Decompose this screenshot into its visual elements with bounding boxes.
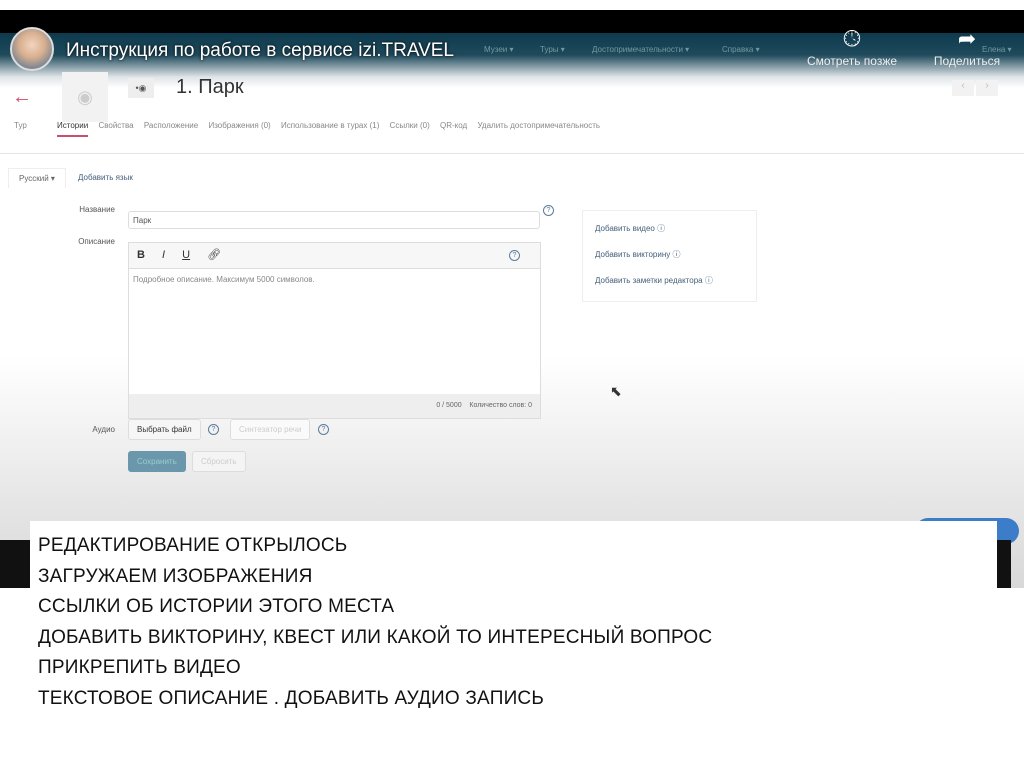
- prev-icon[interactable]: ‹: [952, 80, 974, 96]
- caption-line: ЗАГРУЖАЕМ ИЗОБРАЖЕНИЯ: [38, 565, 313, 587]
- video-bottom-left: [0, 540, 30, 588]
- add-notes-link[interactable]: Добавить заметки редактора ⓘ: [595, 275, 744, 286]
- nav-help[interactable]: Справка ▾: [722, 45, 760, 54]
- caption-line: ССЫЛКИ ОБ ИСТОРИИ ЭТОГО МЕСТА: [38, 596, 395, 617]
- help-icon[interactable]: ?: [543, 205, 554, 216]
- nav-sights[interactable]: Достопримечательности ▾: [592, 45, 689, 54]
- italic-icon[interactable]: I: [162, 249, 165, 261]
- watch-later-button[interactable]: 🕓︎ Смотреть позже: [797, 26, 907, 68]
- pager: ‹ ›: [950, 80, 998, 96]
- speech-synth-button[interactable]: Синтезатор речи: [230, 419, 311, 440]
- back-arrow-icon[interactable]: ←: [12, 86, 32, 109]
- tab-usage[interactable]: Использование в турах (1): [281, 121, 379, 130]
- watch-later-label: Смотреть позже: [806, 54, 898, 68]
- caption-line: ТЕКСТОВОЕ ОПИСАНИЕ . ДОБАВИТЬ АУДИО ЗАПИ…: [38, 687, 545, 709]
- caption-box: РЕДАКТИРОВАНИЕ ОТКРЫЛОСЬ ЗАГРУЖАЕМ ИЗОБР…: [30, 521, 997, 721]
- share-arrow-icon: ➦: [957, 26, 977, 51]
- nav-tours[interactable]: Туры ▾: [540, 45, 565, 54]
- share-label: Поделиться: [933, 54, 1001, 68]
- next-icon[interactable]: ›: [976, 80, 998, 96]
- choose-file-button[interactable]: Выбрать файл: [128, 419, 201, 440]
- help-icon[interactable]: ?: [509, 250, 520, 261]
- divider: [0, 153, 1024, 154]
- tab-images[interactable]: Изображения (0): [208, 121, 270, 130]
- description-placeholder: Подробное описание. Максимум 5000 символ…: [133, 275, 315, 284]
- tabs: Тур Истории Свойства Расположение Изобра…: [14, 121, 608, 137]
- video-title[interactable]: Инструкция по работе в сервисе izi.TRAVE…: [66, 40, 454, 62]
- name-input[interactable]: Парк: [128, 211, 540, 229]
- underline-icon[interactable]: U: [182, 249, 190, 261]
- editor-toolbar: B I U 🔗︎ ?: [129, 243, 540, 269]
- char-count: 0 / 5000: [436, 402, 462, 409]
- tab-links[interactable]: Ссылки (0): [390, 121, 430, 130]
- word-count: Количество слов: 0: [469, 402, 532, 409]
- description-editor[interactable]: B I U 🔗︎ ? Подробное описание. Максимум …: [128, 242, 541, 419]
- video-player[interactable]: Инструкция по работе в сервисе izi.TRAVE…: [0, 10, 1024, 588]
- save-button[interactable]: Сохранить: [128, 451, 186, 472]
- clock-icon: 🕓︎: [843, 26, 861, 51]
- nav-museums[interactable]: Музеи ▾: [484, 45, 514, 54]
- name-label: Название: [79, 205, 115, 214]
- editor-footer: 0 / 5000 Количество слов: 0: [129, 394, 540, 418]
- extras-panel: Добавить видео ⓘ Добавить викторину ⓘ До…: [582, 210, 757, 302]
- camera-icon[interactable]: ◉: [62, 72, 108, 122]
- audio-label: Аудио: [92, 425, 115, 434]
- tab-qr[interactable]: QR-код: [440, 121, 467, 130]
- page-title: 1. Парк: [176, 76, 244, 98]
- channel-avatar[interactable]: [10, 27, 54, 71]
- caption-line: РЕДАКТИРОВАНИЕ ОТКРЫЛОСЬ: [38, 535, 348, 556]
- tab-tour[interactable]: Тур: [14, 121, 27, 130]
- tab-stories[interactable]: Истории: [57, 121, 89, 137]
- language-select[interactable]: Русский ▾: [8, 168, 66, 188]
- tab-properties[interactable]: Свойства: [98, 121, 133, 130]
- tab-delete[interactable]: Удалить достопримечательность: [477, 121, 600, 130]
- help-icon[interactable]: ?: [318, 424, 329, 435]
- audio-pin-icon[interactable]: •◉: [128, 78, 154, 98]
- link-icon[interactable]: 🔗︎: [207, 249, 221, 261]
- help-icon[interactable]: ?: [208, 424, 219, 435]
- mouse-cursor-icon: ⬉: [610, 383, 622, 399]
- tab-location[interactable]: Расположение: [144, 121, 198, 130]
- bold-icon[interactable]: B: [137, 249, 145, 261]
- add-quiz-link[interactable]: Добавить викторину ⓘ: [595, 249, 744, 260]
- reset-button[interactable]: Сбросить: [192, 451, 246, 472]
- caption-line: ПРИКРЕПИТЬ ВИДЕО: [38, 657, 241, 678]
- add-video-link[interactable]: Добавить видео ⓘ: [595, 223, 744, 234]
- share-button[interactable]: ➦ Поделиться: [912, 26, 1022, 68]
- video-bottom-right: [997, 540, 1011, 588]
- description-label: Описание: [78, 237, 115, 246]
- caption-line: ДОБАВИТЬ ВИКТОРИНУ, КВЕСТ ИЛИ КАКОЙ ТО И…: [38, 626, 713, 648]
- add-language-link[interactable]: Добавить язык: [78, 173, 133, 182]
